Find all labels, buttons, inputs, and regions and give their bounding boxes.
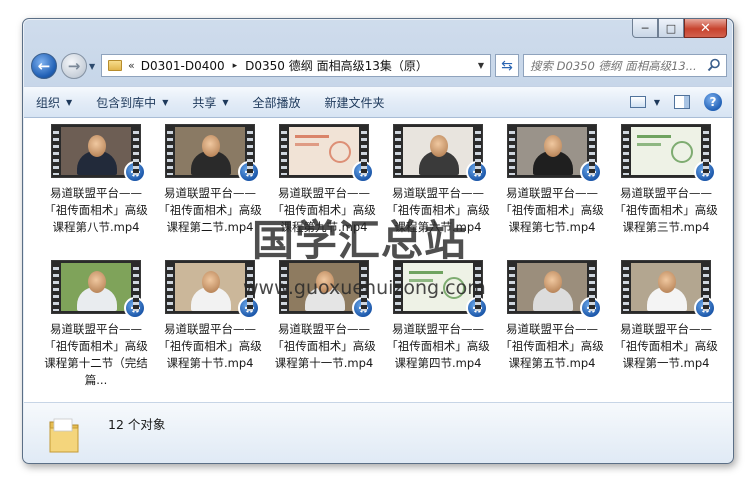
refresh-button[interactable]: ⇆: [495, 54, 519, 77]
file-item[interactable]: 易道联盟平台——「祖传面相术」高级课程第七节.mp4: [500, 124, 604, 253]
maximize-button[interactable]: □: [658, 19, 684, 38]
file-name: 易道联盟平台——「祖传面相术」高级课程第六节.mp4: [386, 186, 490, 234]
file-name: 易道联盟平台——「祖传面相术」高级课程第五节.mp4: [500, 322, 604, 370]
video-thumbnail: [507, 124, 602, 183]
folder-icon: [49, 418, 79, 453]
play-all-label: 全部播放: [252, 95, 301, 110]
search-input[interactable]: [530, 55, 708, 76]
change-view-icon[interactable]: [629, 96, 646, 108]
media-player-icon: [580, 297, 602, 319]
toolbar-right-group: ▼ ?: [629, 93, 722, 111]
file-item[interactable]: 易道联盟平台——「祖传面相术」高级课程第一节.mp4: [614, 260, 718, 389]
forward-button[interactable]: →: [61, 53, 87, 79]
media-player-icon: [466, 297, 488, 319]
address-overflow-chevron[interactable]: «: [128, 59, 135, 72]
search-icon[interactable]: [707, 58, 721, 72]
media-player-icon: [238, 161, 260, 183]
chevron-down-icon: ▼: [222, 97, 229, 107]
video-thumbnail: [165, 260, 260, 319]
file-name: 易道联盟平台——「祖传面相术」高级课程第十节.mp4: [158, 322, 262, 370]
arrow-right-icon: →: [67, 57, 81, 75]
folder-icon: [108, 60, 122, 71]
file-item[interactable]: 易道联盟平台——「祖传面相术」高级课程第二节.mp4: [158, 124, 262, 253]
file-item[interactable]: 易道联盟平台——「祖传面相术」高级课程第八节.mp4: [44, 124, 148, 253]
file-name: 易道联盟平台——「祖传面相术」高级课程第九节.mp4: [272, 186, 376, 234]
chevron-down-icon: ▼: [162, 97, 169, 107]
breadcrumb-separator-icon[interactable]: ▸: [233, 61, 238, 71]
explorer-window: ─ □ ✕ ← → ▼ « D0301-D0400 ▸ D0350 德纲 面相高…: [22, 18, 734, 464]
video-thumbnail: [51, 124, 146, 183]
organize-menu[interactable]: 组织 ▼: [24, 94, 84, 111]
caption-buttons: ─ □ ✕: [632, 19, 727, 38]
file-name: 易道联盟平台——「祖传面相术」高级课程第十一节.mp4: [272, 322, 376, 370]
file-item[interactable]: 易道联盟平台——「祖传面相术」高级课程第十节.mp4: [158, 260, 262, 389]
organize-label: 组织: [36, 95, 61, 110]
include-in-library-label: 包含到库中: [96, 95, 157, 110]
share-label: 共享: [192, 95, 217, 110]
file-item[interactable]: 易道联盟平台——「祖传面相术」高级课程第九节.mp4: [272, 124, 376, 253]
view-options-dropdown[interactable]: ▼: [654, 98, 660, 107]
minimize-button[interactable]: ─: [632, 19, 658, 38]
command-bar: 组织 ▼ 包含到库中 ▼ 共享 ▼ 全部播放 新建文件夹 ▼ ?: [24, 86, 732, 118]
file-name: 易道联盟平台——「祖传面相术」高级课程第四节.mp4: [386, 322, 490, 370]
video-thumbnail: [165, 124, 260, 183]
navigation-bar: ← → ▼ « D0301-D0400 ▸ D0350 德纲 面相高级13集（原…: [31, 51, 727, 81]
video-thumbnail: [279, 124, 374, 183]
file-name: 易道联盟平台——「祖传面相术」高级课程第七节.mp4: [500, 186, 604, 234]
play-all-button[interactable]: 全部播放: [241, 94, 313, 111]
media-player-icon: [352, 161, 374, 183]
file-name: 易道联盟平台——「祖传面相术」高级课程第三节.mp4: [614, 186, 718, 234]
new-folder-button[interactable]: 新建文件夹: [313, 94, 397, 111]
video-thumbnail: [393, 124, 488, 183]
media-player-icon: [466, 161, 488, 183]
video-thumbnail: [393, 260, 488, 319]
address-bar[interactable]: « D0301-D0400 ▸ D0350 德纲 面相高级13集（原） ▼: [101, 54, 491, 77]
file-item[interactable]: 易道联盟平台——「祖传面相术」高级课程第十二节（完结篇...: [44, 260, 148, 389]
address-dropdown-icon[interactable]: ▼: [478, 61, 484, 70]
details-pane: 12 个对象: [24, 402, 732, 463]
file-item[interactable]: 易道联盟平台——「祖传面相术」高级课程第五节.mp4: [500, 260, 604, 389]
video-thumbnail: [507, 260, 602, 319]
media-player-icon: [238, 297, 260, 319]
recent-pages-dropdown[interactable]: ▼: [89, 62, 95, 71]
video-thumbnail: [621, 124, 716, 183]
help-icon[interactable]: ?: [704, 93, 722, 111]
refresh-icon: ⇆: [501, 57, 513, 74]
media-player-icon: [694, 297, 716, 319]
file-item[interactable]: 易道联盟平台——「祖传面相术」高级课程第三节.mp4: [614, 124, 718, 253]
file-name: 易道联盟平台——「祖传面相术」高级课程第十二节（完结篇...: [44, 322, 148, 387]
search-box[interactable]: [523, 54, 727, 77]
video-thumbnail: [279, 260, 374, 319]
video-thumbnail: [621, 260, 716, 319]
preview-pane-icon[interactable]: [674, 95, 690, 109]
file-list-pane[interactable]: 易道联盟平台——「祖传面相术」高级课程第八节.mp4 易道联盟平台——「祖传面相术…: [24, 118, 732, 402]
share-menu[interactable]: 共享 ▼: [180, 94, 240, 111]
media-player-icon: [352, 297, 374, 319]
video-thumbnail: [51, 260, 146, 319]
file-item[interactable]: 易道联盟平台——「祖传面相术」高级课程第四节.mp4: [386, 260, 490, 389]
close-button[interactable]: ✕: [684, 19, 727, 38]
file-name: 易道联盟平台——「祖传面相术」高级课程第二节.mp4: [158, 186, 262, 234]
item-count: 12 个对象: [108, 417, 166, 432]
back-button[interactable]: ←: [31, 53, 57, 79]
media-player-icon: [580, 161, 602, 183]
file-item[interactable]: 易道联盟平台——「祖传面相术」高级课程第六节.mp4: [386, 124, 490, 253]
media-player-icon: [124, 297, 146, 319]
include-in-library-menu[interactable]: 包含到库中 ▼: [84, 94, 180, 111]
chevron-down-icon: ▼: [66, 97, 73, 107]
new-folder-label: 新建文件夹: [324, 95, 385, 110]
breadcrumb-segment[interactable]: D0350 德纲 面相高级13集（原）: [245, 57, 428, 74]
arrow-left-icon: ←: [37, 57, 51, 75]
media-player-icon: [124, 161, 146, 183]
file-item[interactable]: 易道联盟平台——「祖传面相术」高级课程第十一节.mp4: [272, 260, 376, 389]
file-name: 易道联盟平台——「祖传面相术」高级课程第一节.mp4: [614, 322, 718, 370]
breadcrumb-segment[interactable]: D0301-D0400: [141, 59, 225, 73]
media-player-icon: [694, 161, 716, 183]
file-name: 易道联盟平台——「祖传面相术」高级课程第八节.mp4: [44, 186, 148, 234]
